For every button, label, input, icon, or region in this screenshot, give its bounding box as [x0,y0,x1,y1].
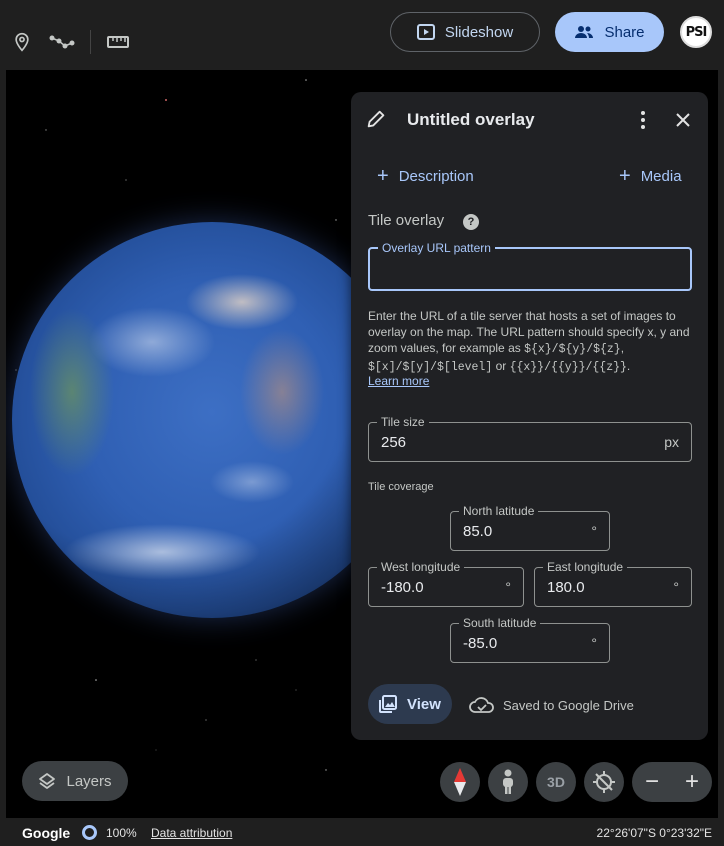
street-view-button[interactable] [488,762,528,802]
help-icon[interactable]: ? [463,214,479,230]
zoom-percent: 100% [106,826,137,840]
status-bar: Google 100% Data attribution 22°26'07"S … [0,818,724,846]
images-icon [379,695,398,713]
toggle-3d-button[interactable]: 3D [536,762,576,802]
label-3d: 3D [547,774,565,790]
more-vert-icon[interactable] [631,108,655,132]
east-longitude-unit: ° [673,579,679,595]
zoom-in-button[interactable]: + [674,768,710,796]
avatar[interactable]: PSI [680,16,712,48]
add-description-button[interactable]: + Description [377,164,474,188]
overlay-panel: Untitled overlay + Description + Media T… [351,92,708,740]
toolbar-divider [90,30,91,54]
tile-size-field[interactable]: Tile size px [368,415,692,462]
west-longitude-field[interactable]: West longitude ° [368,560,524,607]
top-toolbar: Slideshow Share PSI [0,0,724,70]
people-icon [575,26,594,38]
coordinates-readout: 22°26'07"S 0°23'32"E [596,826,712,840]
panel-header: Untitled overlay [351,92,708,148]
layers-button[interactable]: Layers [22,761,128,801]
path-icon[interactable] [48,28,76,56]
tile-size-unit: px [664,434,679,450]
cloud-done-icon [469,697,494,713]
ruler-icon[interactable] [104,28,132,56]
slideshow-label: Slideshow [444,23,514,41]
google-logo: Google [22,825,71,841]
section-title: Tile overlay [368,212,445,229]
learn-more-link[interactable]: Learn more [368,374,429,388]
slideshow-icon [416,24,435,40]
compass-button[interactable] [440,762,480,802]
north-latitude-input[interactable] [463,512,579,550]
east-longitude-input[interactable] [547,568,661,606]
view-label: View [407,695,441,713]
pegman-icon [503,769,513,794]
west-longitude-unit: ° [505,579,511,595]
compass-icon [454,768,466,796]
add-media-button[interactable]: + Media [619,164,682,188]
saved-label: Saved to Google Drive [503,697,634,713]
tile-size-input[interactable] [381,423,661,461]
south-latitude-field[interactable]: South latitude ° [450,616,610,663]
my-location-button[interactable] [584,762,624,802]
panel-title: Untitled overlay [407,110,535,129]
overlay-url-field[interactable]: Overlay URL pattern [368,241,692,291]
avatar-text: PSI [685,24,708,40]
zoom-controls: − + [632,762,712,802]
location-disabled-icon [593,771,615,793]
plus-icon: + [619,165,631,187]
south-latitude-input[interactable] [463,624,579,662]
location-pin-icon[interactable] [8,28,36,56]
plus-icon: + [377,165,389,187]
layers-icon [39,773,56,789]
help-text: Enter the URL of a tile server that host… [368,309,690,374]
overlay-url-input[interactable] [382,249,660,289]
south-latitude-unit: ° [591,635,597,651]
north-latitude-unit: ° [591,523,597,539]
north-latitude-field[interactable]: North latitude ° [450,504,610,551]
slideshow-button[interactable]: Slideshow [390,12,540,52]
tile-coverage-label: Tile coverage [368,481,434,493]
west-longitude-input[interactable] [381,568,493,606]
media-label: Media [640,167,682,185]
saved-status: Saved to Google Drive [469,696,634,714]
share-button[interactable]: Share [555,12,664,52]
data-attribution-link[interactable]: Data attribution [151,826,232,840]
pencil-icon[interactable] [365,108,387,130]
close-icon[interactable] [671,108,695,132]
share-label: Share [604,23,645,41]
layers-label: Layers [66,772,112,790]
east-longitude-field[interactable]: East longitude ° [534,560,692,607]
loading-ring-icon [82,825,97,840]
description-label: Description [398,167,474,185]
view-button[interactable]: View [368,684,452,724]
zoom-out-button[interactable]: − [634,768,670,796]
